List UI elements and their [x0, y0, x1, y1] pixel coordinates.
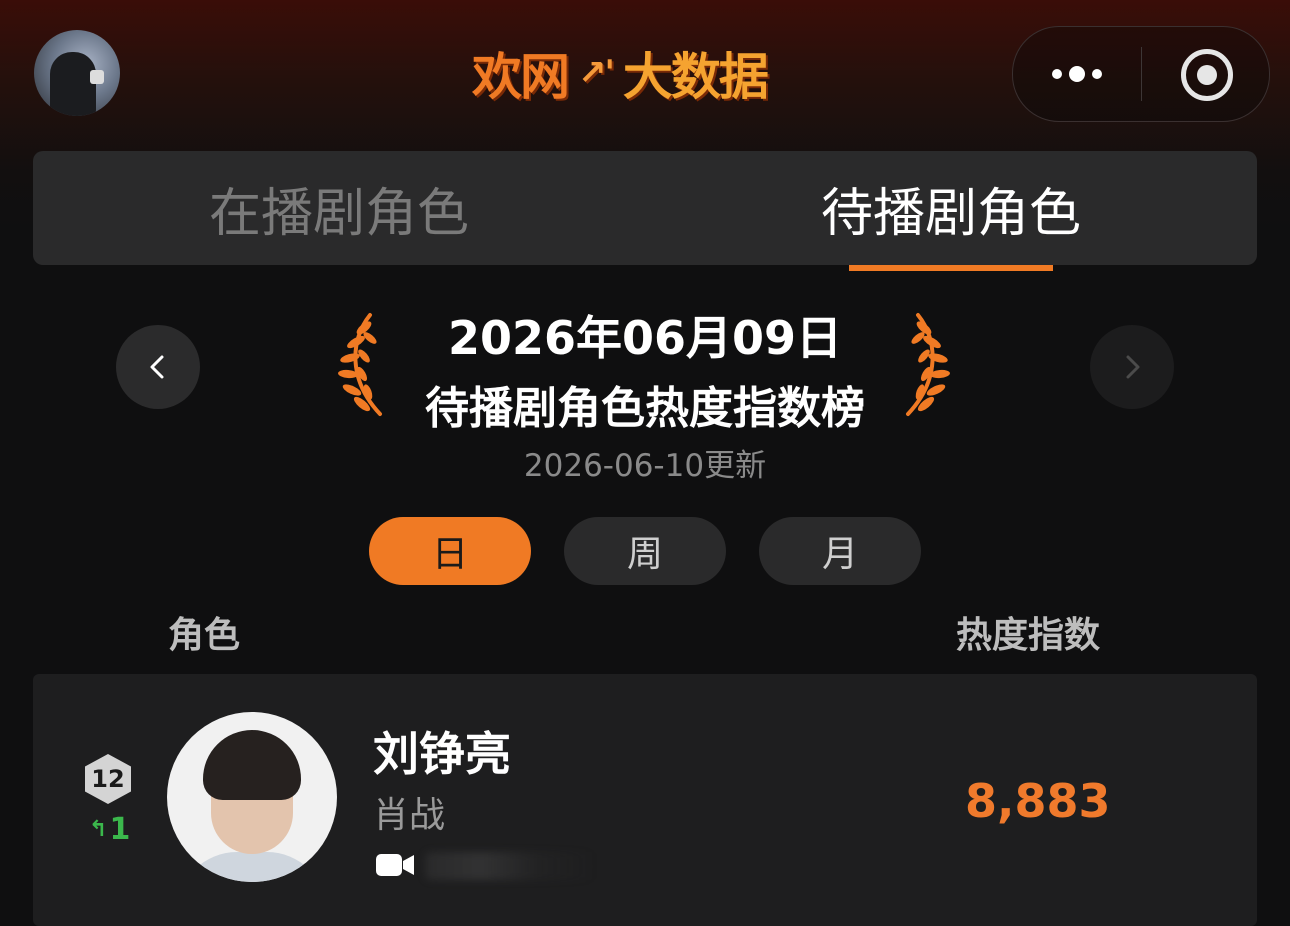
rank-up-arrow-icon: ↰: [89, 817, 108, 842]
tab-upcoming-roles[interactable]: 待播剧角色: [645, 151, 1257, 265]
tab-airing-roles[interactable]: 在播剧角色: [33, 151, 645, 265]
app-logo: 欢网 ↗' 大数据: [472, 40, 769, 106]
column-header-role: 角色: [168, 615, 241, 656]
logo-text-part2: 大数据: [622, 48, 769, 106]
category-tabs: 在播剧角色 待播剧角色: [33, 151, 1257, 265]
more-dots-icon[interactable]: [1047, 61, 1107, 87]
column-header-heat: 热度指数: [956, 615, 1101, 656]
ranking-row[interactable]: 12 ↰ 1 刘铮亮 肖战 8,883: [33, 674, 1257, 926]
chevron-left-icon: [150, 355, 164, 379]
user-avatar[interactable]: [34, 30, 120, 116]
period-day-button[interactable]: 日: [369, 517, 531, 585]
rank-change: ↰ 1: [89, 812, 130, 847]
actor-name: 肖战: [373, 795, 446, 836]
rank-change-value: 1: [109, 812, 131, 847]
active-tab-indicator: [849, 265, 1053, 271]
actor-portrait[interactable]: [167, 712, 337, 882]
role-name: 刘铮亮: [373, 727, 511, 781]
blurred-drama-title: [425, 852, 595, 880]
logo-mark: ↗': [578, 53, 615, 93]
chart-title: 待播剧角色热度指数榜: [425, 383, 865, 434]
target-circle-icon[interactable]: [1181, 49, 1233, 101]
logo-text-part1: 欢网: [472, 48, 570, 106]
video-camera-icon: [376, 854, 414, 876]
heat-index-value: 8,883: [965, 774, 1111, 828]
period-month-button[interactable]: 月: [759, 517, 921, 585]
capsule-divider: [1141, 47, 1142, 101]
prev-date-button[interactable]: [116, 325, 200, 409]
period-week-button[interactable]: 周: [564, 517, 726, 585]
miniprogram-capsule: [1012, 26, 1270, 122]
rank-badge: 12: [85, 754, 131, 804]
update-time: 2026-06-10更新: [523, 448, 767, 484]
chevron-right-icon: [1126, 355, 1140, 379]
next-date-button[interactable]: [1090, 325, 1174, 409]
chart-date: 2026年06月09日: [447, 311, 843, 365]
